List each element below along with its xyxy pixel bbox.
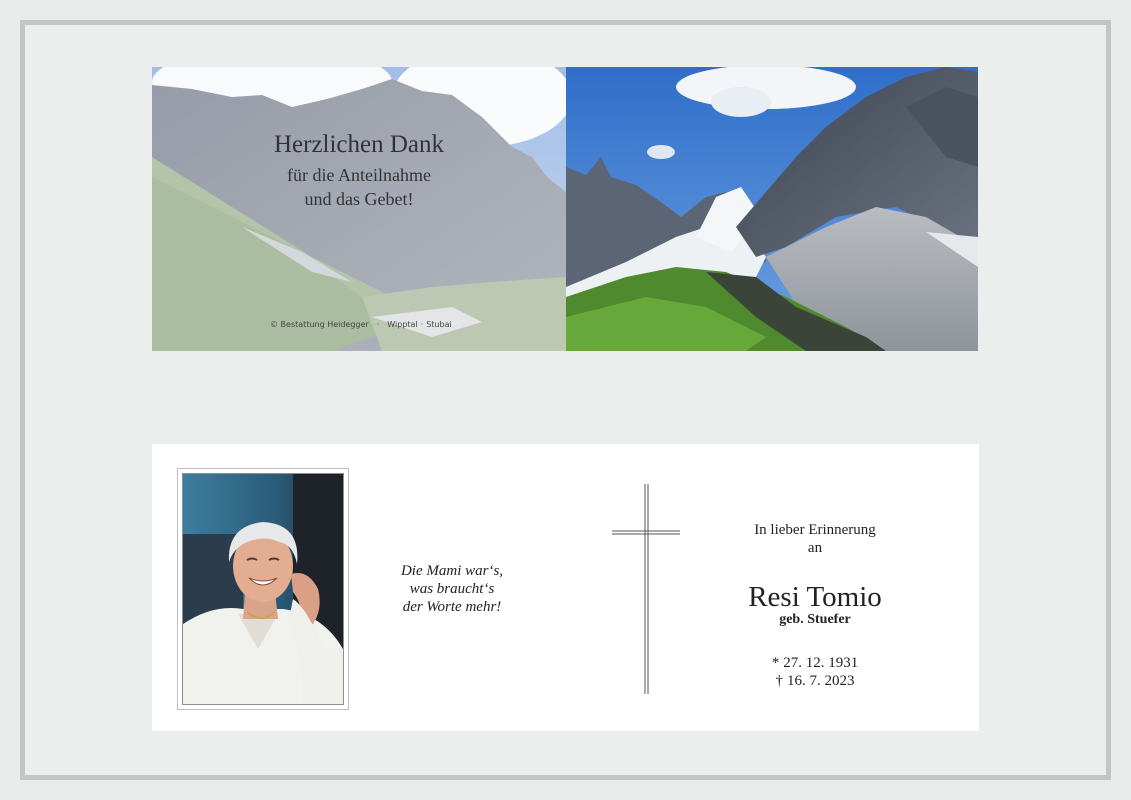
landscape-image [566,67,978,351]
birth-date: 27. 12. 1931 [783,655,859,671]
copyright-text: © Bestattung Heidegger [270,320,369,329]
region-1: Wipptal [387,320,418,329]
separator-dot: · [376,320,380,329]
deceased-name: Resi Tomio [748,581,882,613]
thank-you-card: Herzlichen Dank für die Anteilnahme und … [152,67,978,351]
remembrance-line-1: In lieber Erinnerung [754,522,876,538]
cross-icon [612,484,680,694]
birth-symbol: * [771,655,780,671]
portrait-frame [177,468,349,710]
death-date-line: † 16. 7. 2023 [732,672,898,690]
copyright-notice: © Bestattung Heidegger · Wipptal · Stubai [270,320,452,329]
thanks-line-1: für die Anteilnahme [287,165,431,185]
maiden-name: geb. Stuefer [779,612,851,627]
thanks-title: Herzlichen Dank [273,131,445,158]
region-2: Stubai [426,320,452,329]
separator-dot: · [420,320,424,329]
birth-date-line: * 27. 12. 1931 [732,654,898,672]
death-symbol: † [775,673,784,689]
quote-line-1: Die Mami war‘s, [400,563,504,579]
thanks-line-2: und das Gebet! [304,189,414,209]
quote-line-3: der Worte mehr! [402,599,502,615]
portrait-photo [182,473,344,705]
memorial-card: Die Mami war‘s, was braucht‘s der Worte … [152,444,979,731]
quote-line-2: was braucht‘s [409,581,495,597]
death-date: 16. 7. 2023 [787,673,855,689]
remembrance-line-2: an [807,540,823,556]
